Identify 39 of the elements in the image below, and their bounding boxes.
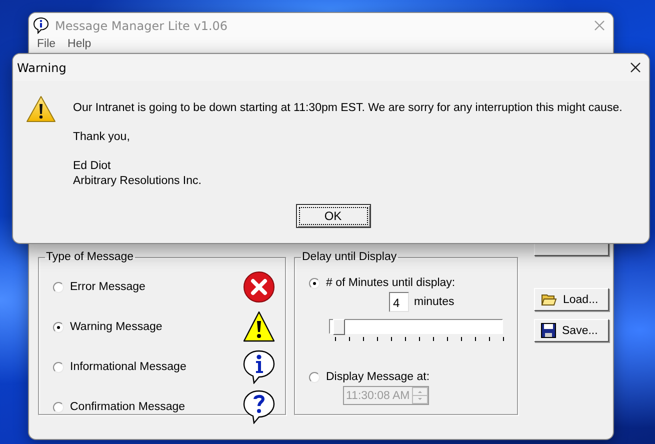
error-icon (243, 271, 275, 303)
radio-button[interactable] (53, 362, 64, 372)
group-title: Type of Message (45, 251, 135, 263)
message-text: Ed Diot (73, 159, 112, 174)
load-button[interactable]: Load... (534, 288, 609, 311)
radio-button[interactable] (309, 278, 320, 288)
app-icon (33, 17, 49, 34)
unit-label: minutes (414, 296, 454, 308)
radio-button[interactable] (53, 322, 64, 332)
warning-icon (243, 311, 275, 343)
minutes-field[interactable]: 4 (389, 292, 409, 312)
radio-option[interactable]: Warning Message (53, 321, 162, 333)
radio-label: Display Message at: (326, 371, 430, 383)
question-icon (243, 390, 275, 424)
slider-track[interactable] (329, 319, 503, 334)
warning-icon (26, 95, 56, 123)
menu-item[interactable]: Help (68, 38, 92, 51)
folder-icon (541, 293, 557, 306)
group-title: Delay until Display (301, 251, 398, 263)
message-text: Thank you, (73, 130, 131, 145)
slider-thumb[interactable] (333, 319, 346, 335)
radio-button[interactable] (53, 282, 64, 292)
radio-button[interactable] (53, 402, 64, 412)
radio-option[interactable]: Error Message (53, 281, 146, 293)
radio-option[interactable]: # of Minutes until display: (309, 277, 507, 289)
radio-option[interactable]: Display Message at: (309, 371, 507, 383)
ok-button[interactable]: OK (296, 204, 370, 228)
message-text: Arbitrary Resolutions Inc. (73, 174, 202, 189)
radio-label: Warning Message (70, 321, 162, 333)
message-text: Our Intranet is going to be down starting at 11:30pm EST. We are sorry for any interruption this might cause. (73, 101, 622, 116)
radio-button[interactable] (309, 372, 320, 382)
radio-label: # of Minutes until display: (326, 277, 456, 289)
window-title: Message Manager Lite v1.06 (55, 18, 229, 32)
close-icon[interactable] (630, 62, 641, 73)
dialog-title: Warning (17, 60, 68, 74)
info-icon (243, 350, 275, 384)
radio-label: Error Message (70, 281, 146, 293)
menu-item[interactable]: File (37, 38, 56, 51)
save-button[interactable]: Save... (534, 319, 609, 342)
